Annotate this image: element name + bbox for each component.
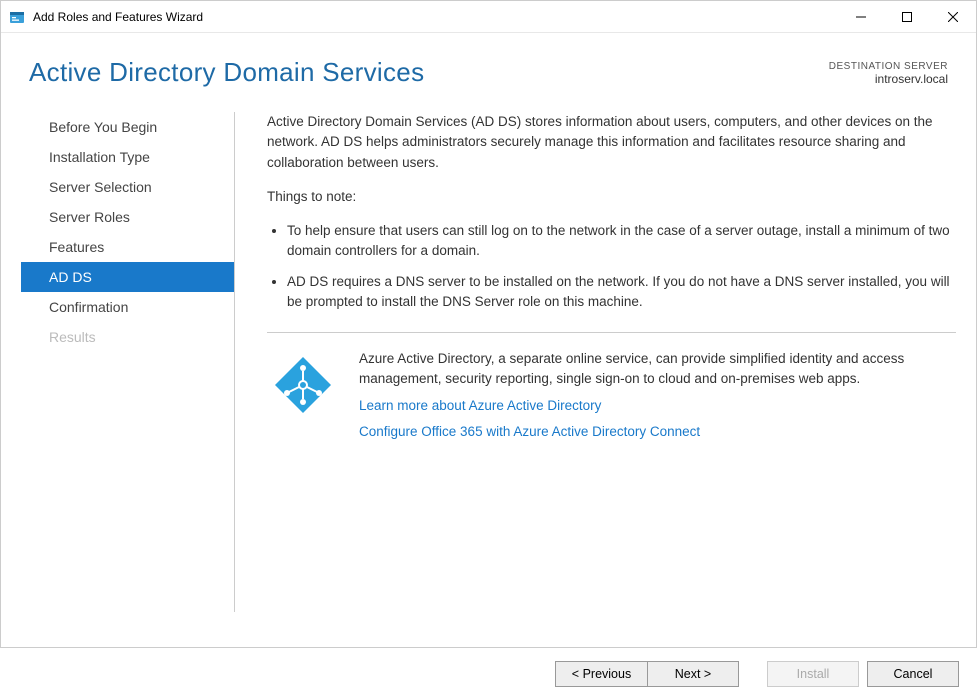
- content-pane: Active Directory Domain Services (AD DS)…: [235, 108, 976, 652]
- body: Before You Begin Installation Type Serve…: [1, 96, 976, 652]
- cancel-button[interactable]: Cancel: [867, 661, 959, 687]
- list-item: To help ensure that users can still log …: [287, 221, 956, 262]
- destination-server-name: introserv.local: [829, 72, 948, 86]
- page-title: Active Directory Domain Services: [29, 57, 424, 88]
- sidebar-item-before-you-begin[interactable]: Before You Begin: [21, 112, 234, 142]
- install-button: Install: [767, 661, 859, 687]
- things-to-note-label: Things to note:: [267, 187, 956, 207]
- link-configure-office-365[interactable]: Configure Office 365 with Azure Active D…: [359, 422, 956, 442]
- sidebar: Before You Begin Installation Type Serve…: [1, 112, 235, 612]
- footer: < Previous Next > Install Cancel: [0, 647, 977, 699]
- titlebar: Add Roles and Features Wizard: [1, 1, 976, 33]
- sidebar-item-results: Results: [21, 322, 234, 352]
- maximize-button[interactable]: [884, 1, 930, 33]
- destination-server-label: DESTINATION SERVER: [829, 61, 948, 72]
- destination-server: DESTINATION SERVER introserv.local: [829, 57, 948, 86]
- nav-button-group: < Previous Next >: [555, 661, 739, 687]
- sidebar-item-confirmation[interactable]: Confirmation: [21, 292, 234, 322]
- azure-ad-description: Azure Active Directory, a separate onlin…: [359, 351, 904, 386]
- azure-ad-icon: [267, 349, 339, 442]
- window-controls: [838, 1, 976, 33]
- intro-text: Active Directory Domain Services (AD DS)…: [267, 112, 956, 173]
- app-icon: [9, 9, 25, 25]
- close-button[interactable]: [930, 1, 976, 33]
- divider: [267, 332, 956, 333]
- azure-ad-text: Azure Active Directory, a separate onlin…: [359, 349, 956, 442]
- azure-ad-block: Azure Active Directory, a separate onlin…: [267, 349, 956, 442]
- previous-button[interactable]: < Previous: [555, 661, 647, 687]
- window-title: Add Roles and Features Wizard: [33, 10, 838, 24]
- sidebar-item-ad-ds[interactable]: AD DS: [21, 262, 234, 292]
- link-learn-more-azure-ad[interactable]: Learn more about Azure Active Directory: [359, 396, 956, 416]
- sidebar-item-server-selection[interactable]: Server Selection: [21, 172, 234, 202]
- list-item: AD DS requires a DNS server to be instal…: [287, 272, 956, 313]
- header: Active Directory Domain Services DESTINA…: [1, 33, 976, 96]
- notes-list: To help ensure that users can still log …: [267, 221, 956, 312]
- sidebar-item-server-roles[interactable]: Server Roles: [21, 202, 234, 232]
- next-button[interactable]: Next >: [647, 661, 739, 687]
- sidebar-item-features[interactable]: Features: [21, 232, 234, 262]
- sidebar-item-installation-type[interactable]: Installation Type: [21, 142, 234, 172]
- minimize-button[interactable]: [838, 1, 884, 33]
